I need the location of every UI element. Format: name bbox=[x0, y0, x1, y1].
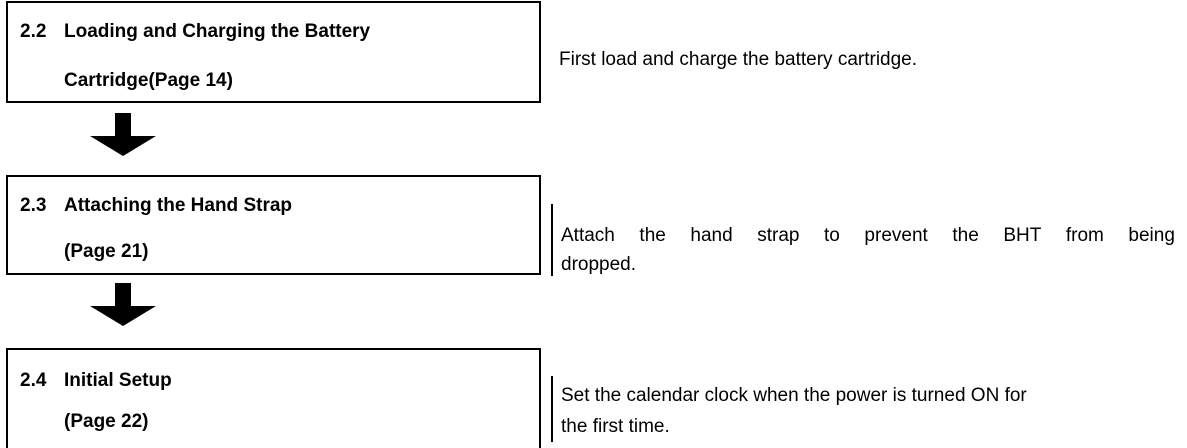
description-word: prevent bbox=[864, 225, 928, 246]
step-title-line2: (Page 22) bbox=[64, 411, 149, 432]
down-arrow-icon bbox=[90, 113, 156, 156]
step-box-2-3: 2.3 Attaching the Hand Strap (Page 21) bbox=[6, 175, 541, 275]
description-word: BHT bbox=[1003, 225, 1042, 246]
step-description-2-2: First load and charge the battery cartri… bbox=[551, 28, 1181, 102]
step-title-line1: 2.4 Initial Setup bbox=[20, 370, 172, 392]
step-description-2-3: Attach the hand strap to prevent the BHT… bbox=[551, 204, 1181, 276]
description-line: the first time. bbox=[561, 416, 670, 437]
description-word: Attach bbox=[561, 225, 615, 246]
down-arrow-icon bbox=[90, 283, 156, 326]
description-word: being bbox=[1128, 225, 1175, 246]
step-number: 2.4 bbox=[20, 370, 47, 391]
step-title-line2: Cartridge(Page 14) bbox=[64, 70, 233, 91]
step-title: Initial Setup bbox=[64, 370, 172, 391]
description-line: First load and charge the battery cartri… bbox=[559, 49, 918, 70]
step-title: Attaching the Hand Strap bbox=[64, 195, 293, 216]
description-line: Set the calendar clock when the power is… bbox=[561, 385, 1027, 406]
step-title-line1: 2.3 Attaching the Hand Strap bbox=[20, 195, 292, 217]
description-word: from bbox=[1065, 225, 1104, 246]
step-description-2-4: Set the calendar clock when the power is… bbox=[551, 376, 1181, 442]
description-word: the bbox=[639, 225, 666, 246]
description-line: dropped. bbox=[561, 254, 637, 275]
description-word: to bbox=[824, 225, 840, 246]
step-title-line2: (Page 21) bbox=[64, 241, 149, 262]
step-box-2-2: 2.2 Loading and Charging the Battery Cart… bbox=[6, 1, 541, 103]
step-box-2-4: 2.4 Initial Setup (Page 22) bbox=[6, 348, 541, 448]
step-number: 2.3 bbox=[20, 195, 47, 216]
step-title: Loading and Charging the Battery bbox=[64, 21, 371, 42]
step-number: 2.2 bbox=[20, 21, 47, 42]
description-word: strap bbox=[757, 225, 800, 246]
description-word: the bbox=[952, 225, 979, 246]
description-line: Attach the hand strap to prevent the BHT… bbox=[561, 225, 1175, 247]
description-word: hand bbox=[690, 225, 733, 246]
step-title-line1: 2.2 Loading and Charging the Battery bbox=[20, 21, 370, 43]
